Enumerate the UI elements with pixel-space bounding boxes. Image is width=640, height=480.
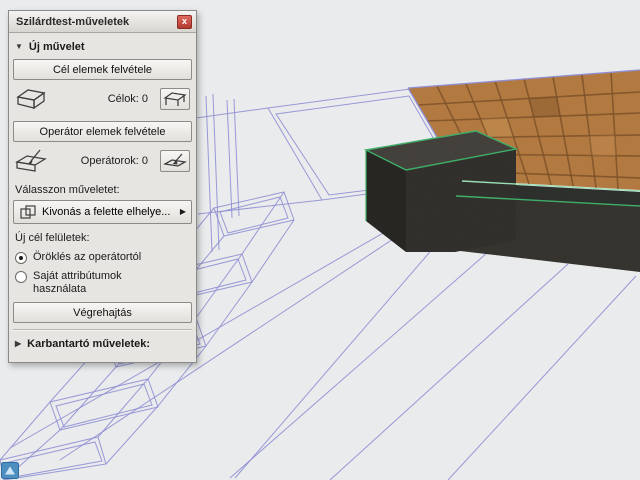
corner-nav-icon [1,462,19,479]
targets-count-value: 0 [142,93,148,105]
pick-operator-button[interactable] [160,150,190,172]
viewport-corner-icon[interactable] [1,462,19,479]
table-icon [163,90,187,108]
section-maintenance-label: Karbantartó műveletek: [27,338,150,350]
radio-inherit-from-operator[interactable]: Öröklés az operátortól [15,251,190,264]
add-target-elements-button[interactable]: Cél elemek felvétele [13,59,192,80]
new-surfaces-label: Új cél felületek: [13,231,192,248]
palette-body: ▼ Új művelet Cél elemek felvétele Célok:… [9,33,196,362]
targets-count-label: Célok: [108,93,139,105]
targets-row: Célok:0 [13,86,192,112]
palette-title: Szilárdtest-műveletek [16,16,177,28]
operators-count-label: Operátorok: [81,155,139,167]
operators-row: Operátorok:0 [13,148,192,174]
add-operator-elements-button[interactable]: Operátor elemek felvétele [13,121,192,142]
operation-dropdown-value: Kivonás a felette elhelye... [42,206,175,218]
choose-operation-label: Válasszon műveletet: [13,183,192,200]
chevron-down-icon: ▼ [15,43,23,51]
subtraction-operation-icon [19,204,37,220]
section-maintenance[interactable]: ▶ Karbantartó műveletek: [13,334,192,356]
section-new-operation-label: Új művelet [29,41,85,53]
close-button[interactable]: x [177,15,192,29]
section-new-operation[interactable]: ▼ Új művelet [13,37,192,59]
application-window: Szilárdtest-műveletek x ▼ Új művelet Cél… [0,0,640,480]
target-elements-icon [13,86,49,112]
operation-dropdown[interactable]: Kivonás a felette elhelye... ▶ [13,200,192,224]
operators-count: Operátorok:0 [49,155,160,167]
radio-unselected-icon [15,271,27,283]
chevron-right-icon: ▶ [15,340,21,348]
solid-operations-palette: Szilárdtest-műveletek x ▼ Új művelet Cél… [8,10,197,363]
submenu-arrow-icon: ▶ [180,208,186,216]
targets-count: Célok:0 [49,93,160,105]
radio-custom-attributes[interactable]: Saját attribútumok használata [15,270,190,296]
operators-count-value: 0 [142,155,148,167]
radio-custom-label: Saját attribútumok használata [33,270,153,296]
radio-selected-icon [15,252,27,264]
radio-inherit-label: Öröklés az operátortól [33,251,141,264]
section-divider [13,329,192,331]
surface-pen-icon [163,152,187,170]
execute-button[interactable]: Végrehajtás [13,302,192,323]
operator-elements-icon [13,148,49,174]
pick-target-button[interactable] [160,88,190,110]
palette-titlebar[interactable]: Szilárdtest-műveletek x [9,11,196,33]
